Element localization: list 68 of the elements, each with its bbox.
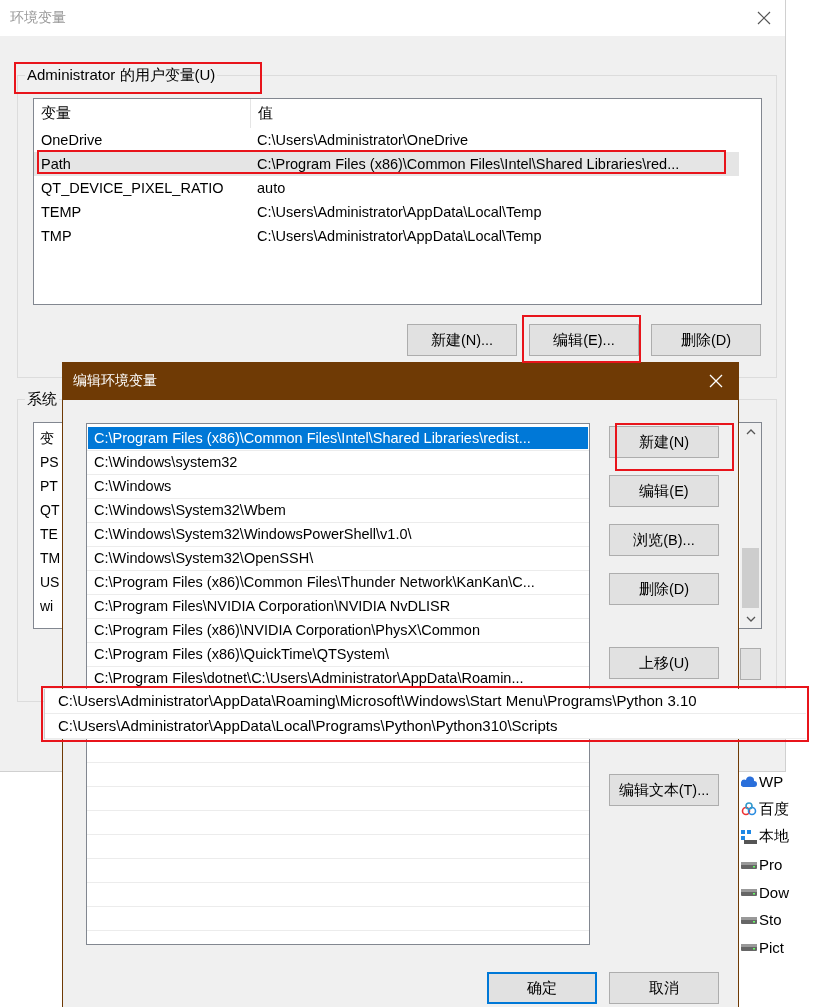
list-item[interactable]: C:\Users\Administrator\AppData\Local\Programs\Python\Python310\Scripts (45, 714, 806, 739)
chevron-down-icon[interactable] (745, 616, 756, 622)
table-cell-text: QT (40, 501, 60, 520)
folder-label: Sto (759, 911, 782, 929)
window-title: 环境变量 (10, 9, 66, 27)
list-item[interactable]: C:\Windows\system32 (88, 451, 588, 473)
scrollbar-thumb[interactable] (742, 548, 759, 608)
list-item[interactable]: C:\Program Files\dotnet\C:\Users\Administrator\AppData\Roamin... (88, 667, 588, 689)
table-cell-text: PS (40, 453, 59, 472)
column-header[interactable]: 变 (40, 426, 54, 450)
folder-label: Dow (759, 883, 789, 901)
table-cell-text: TEMP (40, 204, 83, 220)
button[interactable]: 浏览(B)... (609, 524, 719, 556)
table-cell-text: C:\Users\Administrator\AppData\Local\Temp (256, 228, 542, 244)
table-cell-text: TMP (40, 228, 73, 244)
cancel-button[interactable]: 取消 (609, 972, 719, 1004)
close-icon[interactable] (757, 11, 771, 25)
table-cell-text: C:\Users\Administrator\OneDrive (256, 132, 469, 148)
dialog-title: 编辑环境变量 (73, 372, 157, 390)
table-row[interactable]: Path C:\Program Files (x86)\Common Files\Intel\Shared Libraries\red... (34, 152, 739, 176)
table-cell-text: wi (40, 597, 54, 616)
list-item[interactable]: C:\Windows\System32\WindowsPowerShell\v1.0\ (88, 523, 588, 545)
folder-label: Pict (759, 938, 784, 956)
table-cell-text: US (40, 573, 60, 592)
group-label: 系统 (26, 390, 58, 409)
group-label: Administrator 的用户变量(U) (26, 66, 217, 85)
table-cell-text: OneDrive (40, 132, 104, 148)
list-item[interactable]: C:\Program Files (x86)\QuickTime\QTSystem\ (88, 643, 588, 665)
ok-button[interactable]: 确定 (487, 972, 597, 1004)
button[interactable]: 上移(U) (609, 647, 719, 679)
folder-label: Pro (759, 856, 783, 874)
rings-icon (741, 802, 757, 817)
button[interactable]: 编辑文本(T)... (609, 774, 719, 806)
cloud-icon (741, 774, 757, 789)
button[interactable]: 删除(D) (651, 324, 761, 356)
list-item[interactable]: C:\Windows\System32\Wbem (88, 499, 588, 521)
folder-label: 本地 (759, 827, 789, 847)
list-item[interactable]: C:\Windows\System32\OpenSSH\ (88, 547, 588, 569)
list-item[interactable]: C:\Program Files\NVIDIA Corporation\NVIDIA NvDLISR (88, 595, 588, 617)
button[interactable]: 新建(N) (609, 426, 719, 458)
table-cell-text: C:\Users\Administrator\AppData\Local\Temp (256, 204, 542, 220)
list-item[interactable]: C:\Program Files (x86)\Common Files\Intel\Shared Libraries\redist... (88, 427, 588, 449)
column-header[interactable]: 值 (251, 99, 273, 128)
table-row[interactable]: TEMP C:\Users\Administrator\AppData\Local\Temp (34, 200, 739, 224)
list-item[interactable]: C:\Users\Administrator\AppData\Roaming\Microsoft\Windows\Start Menu\Programs\Python 3.10 (45, 689, 806, 714)
button[interactable]: 删除(D) (609, 573, 719, 605)
folder-label: 百度 (759, 799, 789, 819)
folder-label: WP (759, 773, 784, 791)
computer-icon (741, 830, 757, 844)
table-cell-text: Path (40, 156, 72, 172)
button[interactable]: 编辑(E) (609, 475, 719, 507)
table-row[interactable]: TMP C:\Users\Administrator\AppData\Local\Temp (34, 224, 739, 248)
table-cell-text: TM (40, 549, 61, 568)
chevron-up-icon[interactable] (745, 429, 756, 435)
table-cell-text: auto (256, 180, 286, 196)
button[interactable]: 编辑(E)... (529, 324, 639, 356)
list-item[interactable]: C:\Program Files (x86)\Common Files\Thunder Network\KanKan\C... (88, 571, 588, 593)
button[interactable]: 新建(N)... (407, 324, 517, 356)
list-item[interactable]: C:\Windows (88, 475, 588, 497)
table-row[interactable]: QT_DEVICE_PIXEL_RATIO auto (34, 176, 739, 200)
scrollbar[interactable] (740, 423, 761, 628)
list-item[interactable]: C:\Program Files (x86)\NVIDIA Corporation\PhysX\Common (88, 619, 588, 641)
table-cell-text: PT (40, 477, 58, 496)
column-header[interactable]: 变量 (34, 99, 251, 128)
table-cell-text: QT_DEVICE_PIXEL_RATIO (40, 180, 225, 196)
table-cell-text: TE (40, 525, 58, 544)
table-cell-text: C:\Program Files (x86)\Common Files\Intel\Shared Libraries\red... (256, 156, 680, 172)
table-row[interactable]: OneDrive C:\Users\Administrator\OneDrive (34, 128, 739, 152)
